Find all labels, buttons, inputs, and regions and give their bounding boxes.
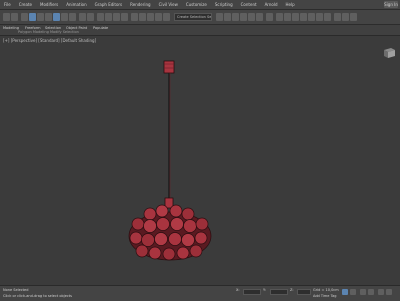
coord-z-label: Z: <box>290 288 294 292</box>
angle-snap-icon[interactable] <box>105 13 112 21</box>
add-time-tag-button[interactable]: Add Time Tag <box>313 294 337 298</box>
scene-explorer-toggle-icon[interactable] <box>284 13 291 21</box>
auto-key-button[interactable] <box>342 289 348 295</box>
menu-bar: File Create Modifiers Animation Graph Ed… <box>0 0 400 10</box>
hair-icon[interactable] <box>324 13 331 21</box>
schematic-view-icon[interactable] <box>224 13 231 21</box>
layer-icon[interactable] <box>155 13 162 21</box>
layer-explorer-icon[interactable] <box>292 13 299 21</box>
menu-modifiers[interactable]: Modifiers <box>36 0 62 9</box>
named-selection-icon[interactable] <box>131 13 138 21</box>
grid-status: Grid = 10,0cm <box>313 288 339 292</box>
spinner-snap-icon[interactable] <box>121 13 128 21</box>
menu-create[interactable]: Create <box>15 0 36 9</box>
menu-graph-editors[interactable]: Graph Editors <box>91 0 126 9</box>
select-object-icon[interactable] <box>29 13 36 21</box>
particle-view-icon[interactable] <box>308 13 315 21</box>
move-icon[interactable] <box>53 13 60 21</box>
coord-y-label: Y: <box>263 288 266 292</box>
sign-in-button[interactable]: Sign In <box>384 1 398 8</box>
ribbon: Modeling Freeform Selection Object Paint… <box>0 25 400 36</box>
selection-set-dropdown[interactable]: Create Selection Set <box>174 13 212 21</box>
undo-icon[interactable] <box>3 13 10 21</box>
snap-icon[interactable] <box>97 13 104 21</box>
play-icon[interactable] <box>360 289 366 295</box>
pivot-icon[interactable] <box>87 13 94 21</box>
menu-scripting[interactable]: Scripting <box>211 0 237 9</box>
menu-content[interactable]: Content <box>237 0 261 9</box>
menu-animation[interactable]: Animation <box>62 0 90 9</box>
curve-editor-icon[interactable] <box>216 13 223 21</box>
menu-civil-view[interactable]: Civil View <box>155 0 182 9</box>
coord-y-field[interactable] <box>270 289 288 295</box>
reference-coords-icon[interactable] <box>79 13 86 21</box>
link-icon[interactable] <box>21 13 28 21</box>
rendered-frame-icon[interactable] <box>248 13 255 21</box>
main-toolbar: Create Selection Set <box>0 10 400 25</box>
menu-customize[interactable]: Customize <box>182 0 211 9</box>
tab-modeling[interactable]: Modeling <box>3 26 19 30</box>
prompt-line: Click or click-and-drag to select object… <box>3 294 72 298</box>
menu-help[interactable]: Help <box>282 0 299 9</box>
mass-fx-icon[interactable] <box>300 13 307 21</box>
lamp-shade-cluster[interactable] <box>128 204 212 261</box>
selection-status: None Selected <box>3 288 29 292</box>
scale-icon[interactable] <box>69 13 76 21</box>
next-frame-icon[interactable] <box>368 289 374 295</box>
menu-file[interactable]: File <box>0 0 15 9</box>
status-bar: None Selected Click or click-and-drag to… <box>0 285 400 301</box>
percent-snap-icon[interactable] <box>113 13 120 21</box>
scene-explorer-icon[interactable] <box>163 13 170 21</box>
ribbon-panel-modify-selection[interactable]: Modify Selection <box>50 30 79 34</box>
tab-populate[interactable]: Populate <box>93 26 108 30</box>
viewport-layout-icon[interactable] <box>266 13 273 21</box>
perspective-viewport[interactable]: [+] [Perspective] [Standard] [Default Sh… <box>0 36 400 285</box>
coord-x-label: X: <box>236 288 240 292</box>
ribbon-panel-polygon-modeling[interactable]: Polygon Modeling <box>18 30 49 34</box>
arnold-ipr-icon[interactable] <box>342 13 349 21</box>
pendant-lamp-model[interactable] <box>0 36 400 285</box>
set-key-button[interactable] <box>350 289 356 295</box>
select-by-name-icon[interactable] <box>37 13 44 21</box>
render-setup-icon[interactable] <box>240 13 247 21</box>
lamp-canopy[interactable] <box>163 60 175 74</box>
material-editor-icon[interactable] <box>232 13 239 21</box>
rotate-icon[interactable] <box>61 13 68 21</box>
mirror-icon[interactable] <box>139 13 146 21</box>
track-view-icon[interactable] <box>316 13 323 21</box>
menu-arnold[interactable]: Arnold <box>261 0 282 9</box>
arnold-render-icon[interactable] <box>334 13 341 21</box>
zoom-extents-icon[interactable] <box>378 289 384 295</box>
toggle-ribbon-icon[interactable] <box>276 13 283 21</box>
align-icon[interactable] <box>147 13 154 21</box>
menu-rendering[interactable]: Rendering <box>126 0 154 9</box>
orbit-icon[interactable] <box>386 289 392 295</box>
render-icon[interactable] <box>256 13 263 21</box>
selection-region-icon[interactable] <box>45 13 52 21</box>
redo-icon[interactable] <box>11 13 18 21</box>
coord-x-field[interactable] <box>243 289 261 295</box>
coord-z-field[interactable] <box>297 289 311 295</box>
arnold-light-icon[interactable] <box>350 13 357 21</box>
